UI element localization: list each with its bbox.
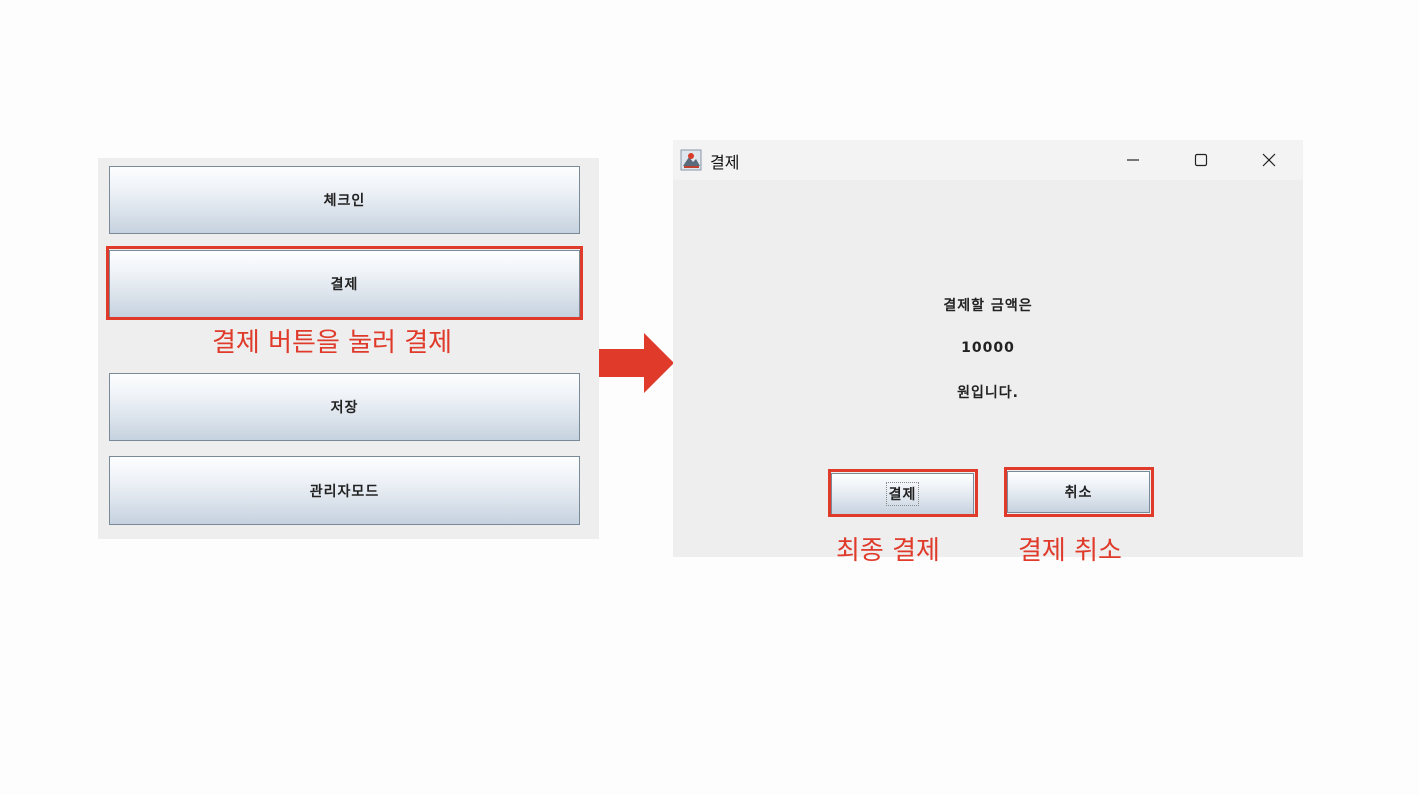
cancel-annotation: 결제 취소	[1018, 536, 1122, 566]
maximize-icon	[1194, 153, 1208, 167]
right-arrow-head	[644, 333, 674, 393]
maximize-button[interactable]	[1178, 140, 1224, 180]
dialog-titlebar[interactable]: 결제	[673, 140, 1303, 180]
message-line-3: 원입니다.	[957, 385, 1019, 401]
payment-dialog: 결제 결제할 금액은 10000 원입니다. 결제 취소	[673, 140, 1303, 557]
message-line-1: 결제할 금액은	[943, 298, 1033, 314]
right-arrow-icon	[599, 349, 647, 377]
payment-button-annotation: 결제 버튼을 눌러 결제	[212, 328, 453, 358]
confirm-button-highlight	[828, 469, 978, 517]
amount-value: 10000	[961, 340, 1015, 356]
dialog-title: 결제	[710, 153, 740, 172]
minimize-button[interactable]	[1110, 140, 1156, 180]
admin-mode-button[interactable]: 관리자모드	[109, 456, 580, 525]
cancel-button-highlight	[1004, 467, 1154, 517]
confirm-annotation: 최종 결제	[836, 536, 940, 566]
save-button[interactable]: 저장	[109, 373, 580, 441]
payment-button-highlight	[106, 246, 583, 320]
close-button[interactable]	[1246, 140, 1292, 180]
close-icon	[1262, 153, 1276, 167]
java-app-icon	[680, 149, 702, 171]
minimize-icon	[1127, 159, 1139, 161]
checkin-button[interactable]: 체크인	[109, 166, 580, 234]
